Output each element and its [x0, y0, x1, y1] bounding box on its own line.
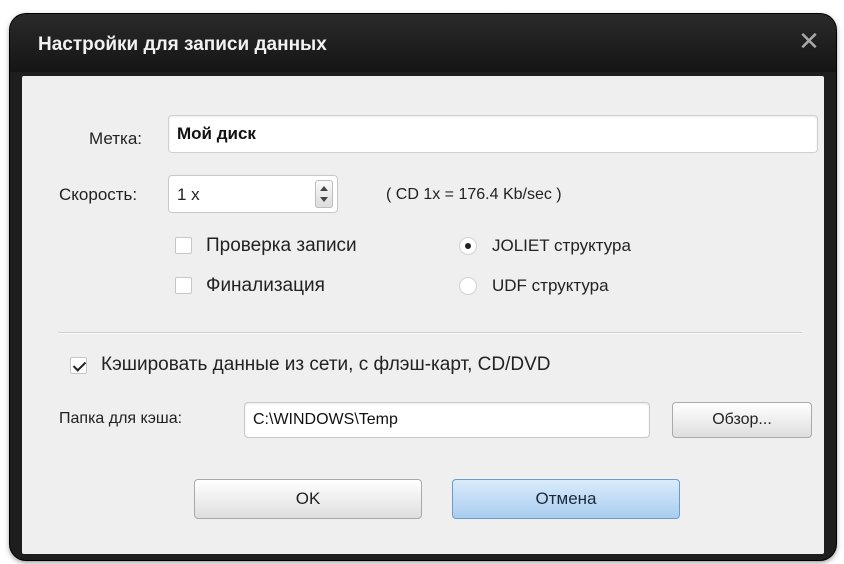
cache-folder-label: Папка для кэша: [59, 410, 183, 427]
title-bar[interactable]: Настройки для записи данных ✕ [10, 14, 836, 72]
ok-button[interactable]: OK [194, 479, 422, 519]
finalize-label: Финализация [206, 275, 325, 296]
finalize-checkbox[interactable] [175, 277, 192, 294]
cancel-button[interactable]: Отмена [452, 479, 680, 519]
spin-up-icon[interactable] [320, 186, 328, 191]
dialog-title: Настройки для записи данных [38, 34, 327, 55]
close-icon[interactable]: ✕ [796, 28, 822, 54]
speed-spinner[interactable]: 1 x [168, 175, 338, 213]
cache-label: Кэшировать данные из сети, с флэш-карт, … [101, 354, 551, 375]
udf-label: UDF структура [492, 276, 609, 295]
browse-button[interactable]: Обзор... [672, 402, 812, 438]
verify-checkbox[interactable] [175, 237, 192, 254]
speed-hint: ( CD 1x = 176.4 Kb/sec ) [386, 186, 562, 203]
spin-down-icon[interactable] [320, 197, 328, 202]
speed-value: 1 x [177, 185, 200, 204]
speed-spin-buttons[interactable] [315, 180, 333, 208]
speed-label: Скорость: [59, 185, 138, 204]
cache-checkbox[interactable] [70, 357, 87, 374]
data-burn-settings-dialog: Настройки для записи данных ✕ Метка: Ско… [10, 14, 836, 560]
cache-folder-input[interactable] [244, 402, 650, 438]
dialog-body: Метка: Скорость: 1 x ( CD 1x = 176.4 Kb/… [22, 76, 824, 554]
joliet-label: JOLIET структура [492, 236, 631, 255]
disc-label-label: Метка: [89, 129, 143, 148]
verify-label: Проверка записи [206, 235, 357, 256]
udf-radio[interactable] [459, 277, 477, 295]
disc-label-input[interactable] [168, 115, 818, 153]
joliet-radio[interactable] [459, 237, 477, 255]
section-divider [58, 332, 802, 334]
